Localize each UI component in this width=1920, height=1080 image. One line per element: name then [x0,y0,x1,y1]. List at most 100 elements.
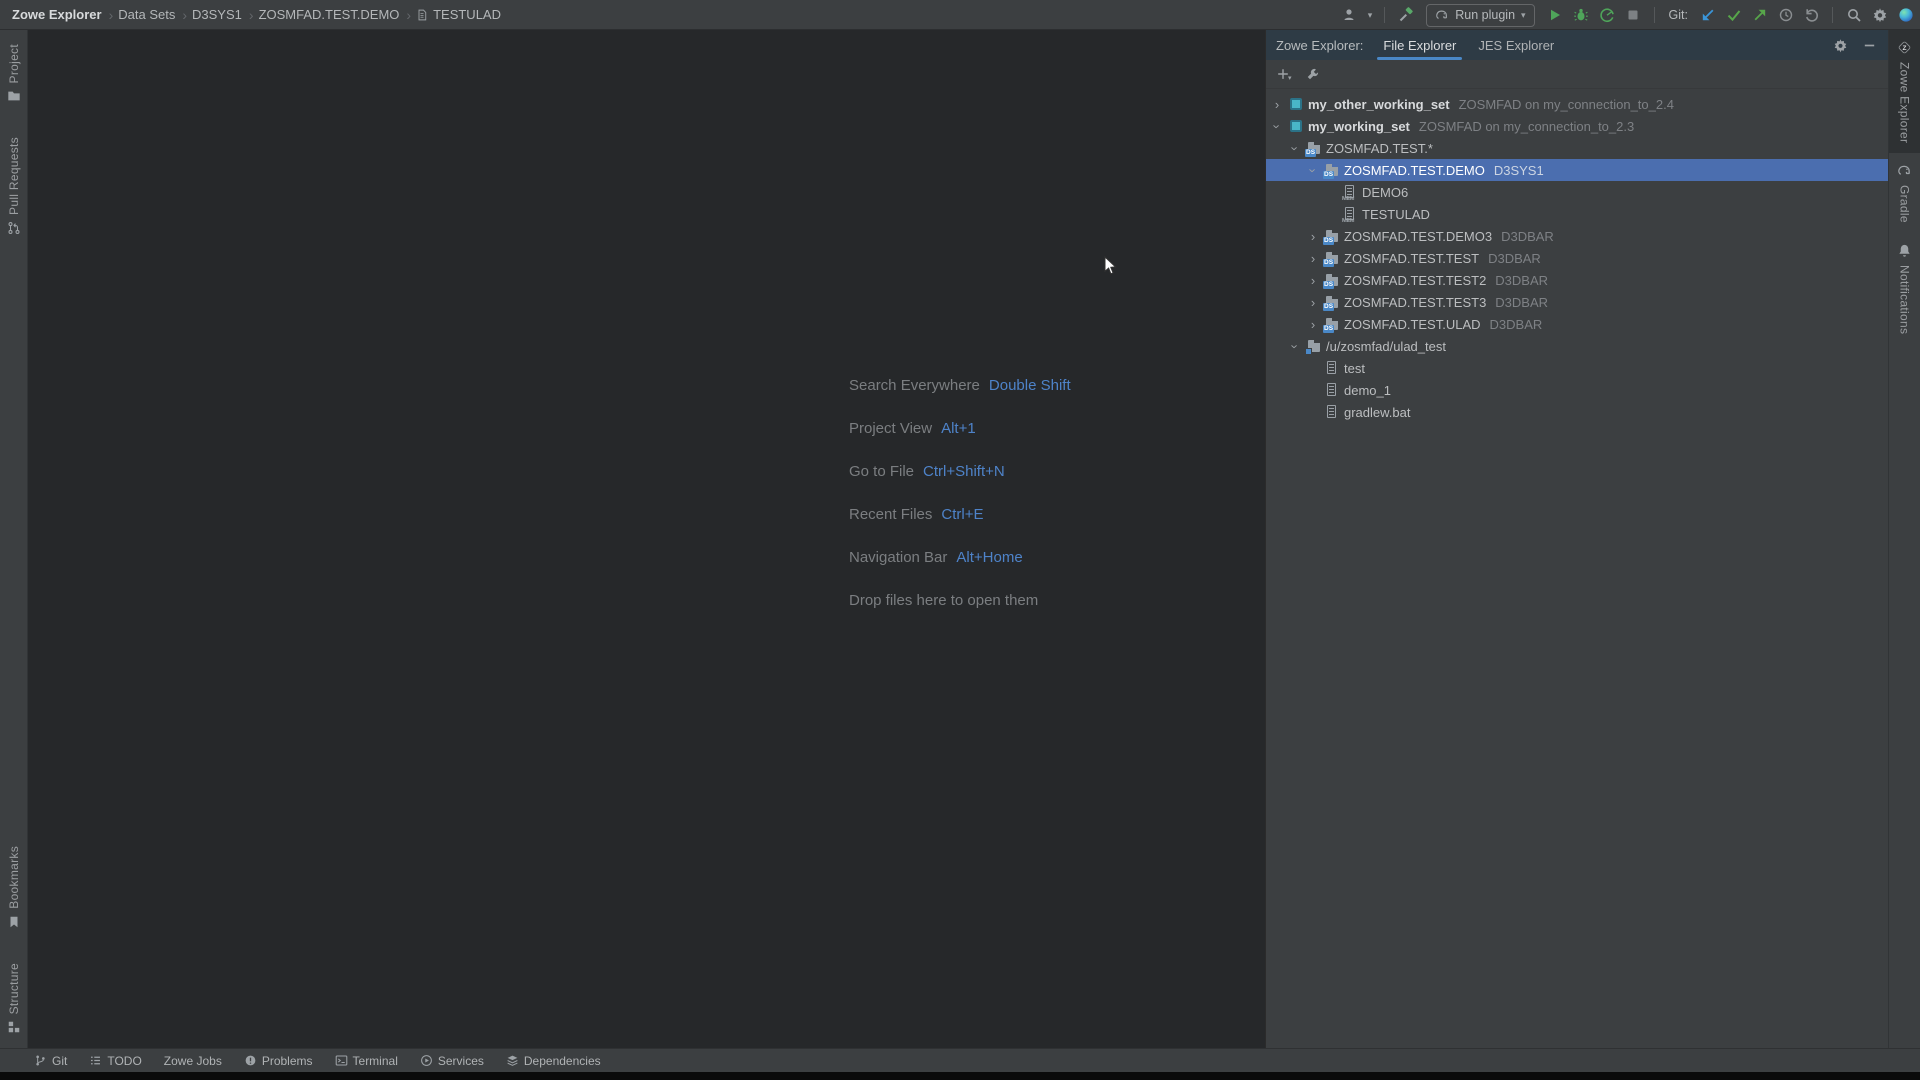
tree-row[interactable]: DS ZOSMFAD.TEST.DEMO D3SYS1 [1266,159,1888,181]
add-icon[interactable]: ▾ [1276,67,1292,82]
rollback-icon[interactable] [1803,7,1820,24]
tree-row-label: ZOSMFAD.TEST.DEMO3 [1344,229,1492,244]
bottom-tool-window-button[interactable]: Zowe Jobs [164,1054,222,1068]
tree-chevron-icon[interactable] [1306,252,1320,265]
icon-badge: DS [1323,171,1334,180]
tool-window-button[interactable]: Structure [7,959,21,1038]
tree-chevron-icon[interactable] [1270,120,1284,133]
tree-chevron-icon[interactable] [1306,274,1320,287]
right-tool-window-stripe: Z Zowe Explorer Gradle Notifications [1888,30,1920,1048]
run-config-caret-icon: ▾ [1521,11,1526,20]
tool-window-button[interactable]: Gradle [1889,153,1920,233]
tool-window-button[interactable]: Notifications [1889,233,1920,344]
tree-row[interactable]: DS ZOSMFAD.TEST.ULAD D3DBAR [1266,313,1888,335]
status-strip [0,1072,1920,1080]
bottom-tool-window-button[interactable]: TODO [89,1054,141,1068]
tool-window-button[interactable]: Project [7,40,21,107]
panel-header: Zowe Explorer: File Explorer JES Explore… [1266,30,1888,60]
working-set-icon [1288,118,1304,134]
tree-chevron-icon[interactable] [1288,142,1302,155]
tree-chevron-icon[interactable] [1306,230,1320,243]
shortcut-hints: Search EverywhereDouble Shift Project Vi… [849,377,1071,609]
bottom-button-label: Dependencies [524,1054,601,1068]
tree-row[interactable]: gradlew.bat [1266,401,1888,423]
breadcrumb-item[interactable]: › Data Sets [109,7,176,23]
tree-chevron-icon[interactable] [1270,98,1284,111]
tree-row[interactable]: MEM DEMO6 [1266,181,1888,203]
search-icon[interactable] [1845,7,1862,24]
bottom-button-label: Services [438,1054,484,1068]
member-file-icon: MEM [1342,206,1358,222]
settings-icon[interactable] [1871,7,1888,24]
tree-row-label: my_other_working_set [1308,97,1450,112]
tree-row-label: ZOSMFAD.TEST.TEST [1344,251,1479,266]
tree-row[interactable]: test [1266,357,1888,379]
tree-row[interactable]: MEM TESTULAD [1266,203,1888,225]
tree-chevron-icon[interactable] [1288,340,1302,353]
problems-icon [244,1054,257,1067]
play-icon[interactable] [1547,7,1564,24]
bottom-tool-window-button[interactable]: Git [34,1054,67,1068]
tree-row[interactable]: DS ZOSMFAD.TEST.DEMO3 D3DBAR [1266,225,1888,247]
ide-profile-sphere-icon[interactable] [1897,7,1914,24]
tree-row[interactable]: demo_1 [1266,379,1888,401]
top-navigation-bar: › Zowe Explorer › Data Sets › D3SYS1 › Z… [0,0,1920,30]
tool-window-label: Bookmarks [7,846,21,909]
breadcrumb-label: TESTULAD [433,7,501,22]
dataset-tree: my_other_working_set ZOSMFAD on my_conne… [1266,89,1888,423]
tool-window-button[interactable]: Pull Requests [7,133,21,239]
bottom-tool-window-button[interactable]: Dependencies [506,1054,601,1068]
tab-jes-explorer[interactable]: JES Explorer [1476,30,1556,60]
breadcrumb-item[interactable]: › D3SYS1 [182,7,242,23]
tree-row[interactable]: my_working_set ZOSMFAD on my_connection_… [1266,115,1888,137]
icon-badge: MEM [1342,219,1354,225]
tree-row[interactable]: DS ZOSMFAD.TEST.TEST3 D3DBAR [1266,291,1888,313]
tool-window-button[interactable]: Z Zowe Explorer [1889,30,1920,153]
breadcrumb-item[interactable]: › TESTULAD [406,7,501,23]
push-icon[interactable] [1751,7,1768,24]
bottom-tool-window-button[interactable]: Terminal [335,1054,398,1068]
users-dropdown-caret-icon[interactable]: ▾ [1368,11,1373,20]
tree-row[interactable]: DS ZOSMFAD.TEST.TEST2 D3DBAR [1266,269,1888,291]
stop-icon[interactable] [1625,7,1642,24]
shortcut-keys: Double Shift [989,377,1071,394]
profiler-icon[interactable] [1599,7,1616,24]
bottom-button-label: TODO [107,1054,141,1068]
shortcut-action-label: Recent Files [849,506,932,523]
bottom-button-label: Git [52,1054,67,1068]
bottom-tool-window-button[interactable]: Problems [244,1054,313,1068]
tree-row[interactable]: DS ZOSMFAD.TEST.TEST D3DBAR [1266,247,1888,269]
breadcrumb-separator-icon: › [249,7,254,23]
uss-folder-icon [1306,338,1322,354]
uss-file-icon [1324,404,1340,420]
tree-row[interactable]: my_other_working_set ZOSMFAD on my_conne… [1266,93,1888,115]
history-icon[interactable] [1777,7,1794,24]
build-hammer-icon[interactable] [1397,7,1414,24]
tree-row[interactable]: /u/zosmfad/ulad_test [1266,335,1888,357]
dataset-folder-icon: DS [1324,294,1340,310]
debug-icon[interactable] [1573,7,1590,24]
tool-window-button[interactable]: Bookmarks [7,842,21,933]
dataset-folder-icon: DS [1324,316,1340,332]
hide-icon[interactable] [1861,37,1878,54]
tree-chevron-icon[interactable] [1306,318,1320,331]
breadcrumb-item[interactable]: › ZOSMFAD.TEST.DEMO [249,7,400,23]
tree-row-suffix: ZOSMFAD on my_connection_to_2.4 [1459,97,1674,112]
tree-row-suffix: D3SYS1 [1494,163,1544,178]
tree-row[interactable]: DS ZOSMFAD.TEST.* [1266,137,1888,159]
working-set-icon [1288,96,1304,112]
settings-gear-icon[interactable] [1832,37,1849,54]
collaboration-users-icon[interactable] [1342,7,1359,24]
breadcrumb-item[interactable]: › Zowe Explorer [12,7,102,22]
tree-chevron-icon[interactable] [1306,164,1320,177]
tree-chevron-icon[interactable] [1306,296,1320,309]
update-project-icon[interactable] [1699,7,1716,24]
tab-file-explorer[interactable]: File Explorer [1381,30,1458,60]
run-configuration-select[interactable]: Run plugin ▾ [1426,4,1534,27]
wrench-icon[interactable] [1306,67,1320,81]
tool-window-label: Zowe Explorer [1898,62,1912,143]
bookmark-icon [7,915,21,929]
commit-icon[interactable] [1725,7,1742,24]
bottom-tool-window-button[interactable]: Services [420,1054,484,1068]
icon-badge: DS [1305,149,1316,158]
